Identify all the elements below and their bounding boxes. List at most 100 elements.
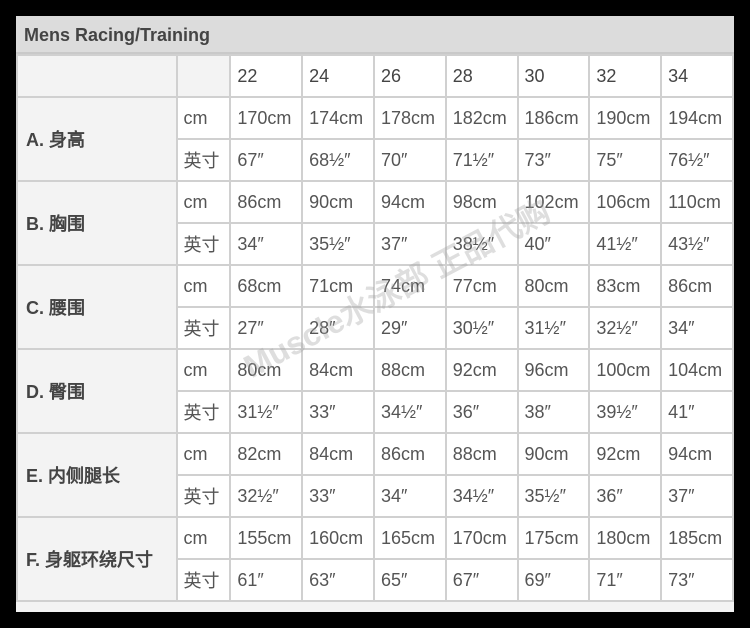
- value-cm: 175cm: [516, 516, 591, 560]
- value-inch: 34½″: [372, 390, 447, 434]
- measurement-label: A. 身高: [16, 96, 178, 182]
- value-cm: 90cm: [301, 180, 375, 224]
- value-inch: 34½″: [444, 474, 519, 518]
- value-cm: 77cm: [444, 264, 519, 308]
- measurement-label: B. 胸围: [16, 180, 178, 266]
- unit-inch: 英寸: [175, 558, 232, 602]
- value-inch: 73″: [516, 138, 591, 182]
- unit-cm: cm: [175, 96, 232, 140]
- value-inch: 61″: [229, 558, 304, 602]
- value-inch: 29″: [372, 306, 447, 350]
- value-inch: 27″: [229, 306, 304, 350]
- value-cm: 185cm: [660, 516, 734, 560]
- value-inch: 40″: [516, 222, 591, 266]
- header-unit-blank: [175, 54, 232, 98]
- value-cm: 96cm: [516, 348, 591, 392]
- value-cm: 68cm: [229, 264, 304, 308]
- value-inch: 35½″: [516, 474, 591, 518]
- value-cm: 174cm: [301, 96, 375, 140]
- value-cm: 92cm: [588, 432, 663, 476]
- value-cm: 84cm: [301, 432, 375, 476]
- value-cm: 98cm: [444, 180, 519, 224]
- value-inch: 38½″: [444, 222, 519, 266]
- value-cm: 170cm: [444, 516, 519, 560]
- value-cm: 90cm: [516, 432, 591, 476]
- value-cm: 170cm: [229, 96, 304, 140]
- value-inch: 33″: [301, 474, 375, 518]
- measurement-label: D. 臀围: [16, 348, 178, 434]
- value-cm: 194cm: [660, 96, 734, 140]
- size-header: 24: [301, 54, 375, 98]
- value-cm: 80cm: [516, 264, 591, 308]
- value-inch: 31½″: [229, 390, 304, 434]
- value-cm: 88cm: [372, 348, 447, 392]
- value-inch: 32½″: [588, 306, 663, 350]
- value-cm: 182cm: [444, 96, 519, 140]
- value-cm: 102cm: [516, 180, 591, 224]
- unit-inch: 英寸: [175, 390, 232, 434]
- value-inch: 67″: [444, 558, 519, 602]
- unit-inch: 英寸: [175, 222, 232, 266]
- value-inch: 32½″: [229, 474, 304, 518]
- size-chart: Mens Racing/Training 22 24 26 28 30 32 34 A. 身高…: [16, 16, 734, 612]
- value-cm: 180cm: [588, 516, 663, 560]
- unit-inch: 英寸: [175, 306, 232, 350]
- value-inch: 67″: [229, 138, 304, 182]
- value-cm: 186cm: [516, 96, 591, 140]
- table-row: E. 内侧腿长 cm 82cm 84cm 86cm 88cm 90cm 92cm 94cm: [16, 432, 734, 518]
- value-inch: 28″: [301, 306, 375, 350]
- unit-cm: cm: [175, 180, 232, 224]
- value-cm: 178cm: [372, 96, 447, 140]
- value-cm: 80cm: [229, 348, 304, 392]
- value-inch: 38″: [516, 390, 591, 434]
- value-cm: 92cm: [444, 348, 519, 392]
- value-cm: 84cm: [301, 348, 375, 392]
- value-cm: 71cm: [301, 264, 375, 308]
- size-header: 30: [516, 54, 591, 98]
- table-row: C. 腰围 cm 68cm 71cm 74cm 77cm 80cm 83cm 86cm: [16, 264, 734, 350]
- value-inch: 70″: [372, 138, 447, 182]
- size-header: 34: [660, 54, 734, 98]
- unit-inch: 英寸: [175, 138, 232, 182]
- value-cm: 94cm: [660, 432, 734, 476]
- unit-cm: cm: [175, 264, 232, 308]
- value-inch: 36″: [444, 390, 519, 434]
- unit-cm: cm: [175, 348, 232, 392]
- value-cm: 74cm: [372, 264, 447, 308]
- header-corner: [16, 54, 178, 98]
- value-inch: 34″: [660, 306, 734, 350]
- value-cm: 104cm: [660, 348, 734, 392]
- value-inch: 65″: [372, 558, 447, 602]
- value-inch: 36″: [588, 474, 663, 518]
- size-header-row: 22 24 26 28 30 32 34: [16, 54, 734, 98]
- measurement-label: C. 腰围: [16, 264, 178, 350]
- value-inch: 71″: [588, 558, 663, 602]
- value-inch: 33″: [301, 390, 375, 434]
- unit-inch: 英寸: [175, 474, 232, 518]
- table-row: F. 身躯环绕尺寸 cm 155cm 160cm 165cm 170cm 175cm 180c…: [16, 516, 734, 602]
- value-inch: 76½″: [660, 138, 734, 182]
- value-inch: 68½″: [301, 138, 375, 182]
- value-inch: 34″: [229, 222, 304, 266]
- value-inch: 41½″: [588, 222, 663, 266]
- value-inch: 69″: [516, 558, 591, 602]
- value-inch: 35½″: [301, 222, 375, 266]
- value-cm: 155cm: [229, 516, 304, 560]
- size-header: 22: [229, 54, 304, 98]
- value-cm: 86cm: [372, 432, 447, 476]
- value-cm: 86cm: [229, 180, 304, 224]
- value-inch: 73″: [660, 558, 734, 602]
- value-cm: 190cm: [588, 96, 663, 140]
- measurement-label: F. 身躯环绕尺寸: [16, 516, 178, 602]
- unit-cm: cm: [175, 516, 232, 560]
- value-inch: 41″: [660, 390, 734, 434]
- size-header: 32: [588, 54, 663, 98]
- value-inch: 34″: [372, 474, 447, 518]
- value-cm: 86cm: [660, 264, 734, 308]
- value-cm: 106cm: [588, 180, 663, 224]
- size-table: 22 24 26 28 30 32 34 A. 身高 cm 170cm 174cm 178cm 182c…: [16, 54, 734, 602]
- value-inch: 75″: [588, 138, 663, 182]
- value-cm: 88cm: [444, 432, 519, 476]
- value-inch: 37″: [372, 222, 447, 266]
- value-inch: 37″: [660, 474, 734, 518]
